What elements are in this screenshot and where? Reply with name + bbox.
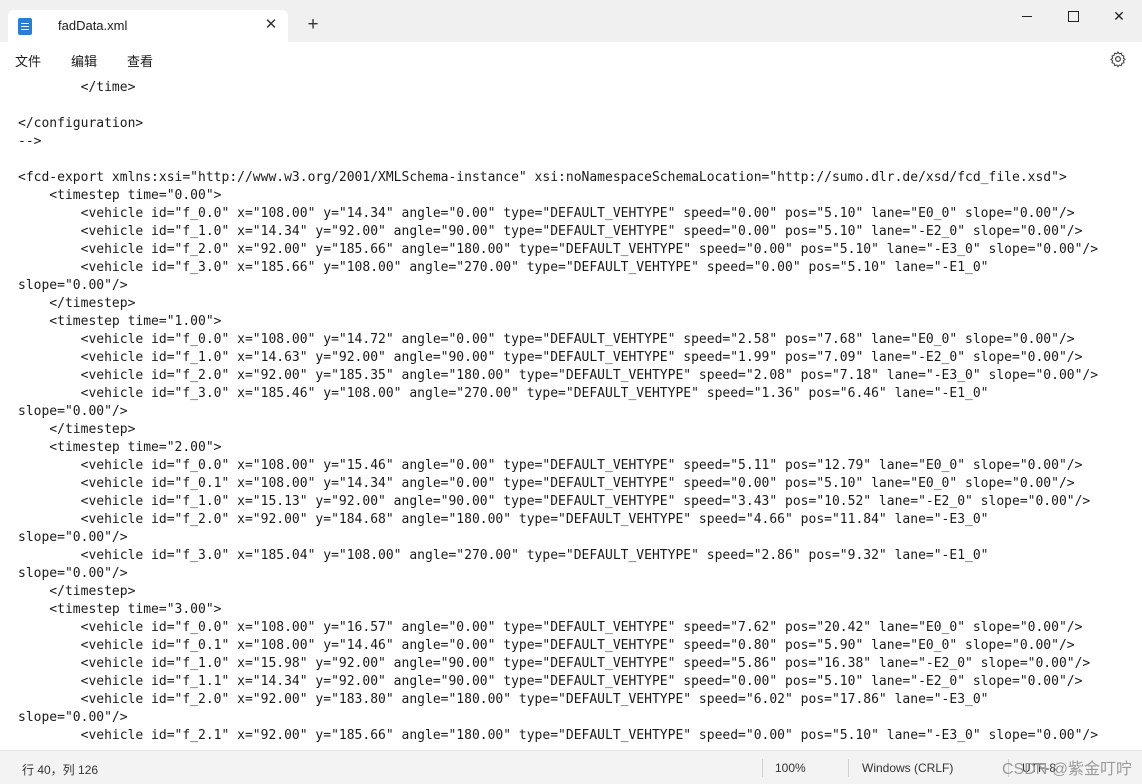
code-line: </time> <box>18 80 136 95</box>
code-line: <timestep time="3.00"> <box>18 602 222 617</box>
close-icon: ✕ <box>1113 7 1125 24</box>
status-divider <box>848 759 849 777</box>
code-line: <vehicle id="f_0.0" x="108.00" y="14.34"… <box>18 206 1075 221</box>
code-line: </configuration> <box>18 116 144 131</box>
code-line: </timestep> <box>18 296 136 311</box>
notepad-icon <box>18 17 32 35</box>
code-line: <vehicle id="f_1.0" x="14.34" y="92.00" … <box>18 224 1083 239</box>
maximize-icon <box>1067 10 1079 22</box>
code-line: <vehicle id="f_0.0" x="108.00" y="14.72"… <box>18 332 1075 347</box>
code-line: <fcd-export xmlns:xsi="http://www.w3.org… <box>18 170 1067 185</box>
zoom-level[interactable]: 100% <box>775 761 806 775</box>
code-line: <vehicle id="f_3.0" x="185.46" y="108.00… <box>18 386 989 401</box>
menu-file[interactable]: 文件 <box>15 51 41 70</box>
new-tab-button[interactable]: + <box>302 14 324 36</box>
code-line: <vehicle id="f_2.0" x="92.00" y="183.80"… <box>18 692 989 707</box>
code-line: <vehicle id="f_0.1" x="108.00" y="14.46"… <box>18 638 1075 653</box>
code-line: <timestep time="2.00"> <box>18 440 222 455</box>
code-line: <vehicle id="f_0.1" x="108.00" y="14.34"… <box>18 476 1075 491</box>
code-line: <timestep time="0.00"> <box>18 188 222 203</box>
minimize-icon <box>1022 15 1032 17</box>
menu-bar: 文件 编辑 查看 <box>0 42 1142 76</box>
code-line: slope="0.00"/> <box>18 278 128 293</box>
tab-fad-data[interactable]: fadData.xml ✕ <box>8 10 288 42</box>
menu-view[interactable]: 查看 <box>127 51 153 70</box>
code-line: slope="0.00"/> <box>18 710 128 725</box>
title-bar: fadData.xml ✕ + ✕ <box>0 0 1142 42</box>
code-line: <vehicle id="f_1.0" x="14.63" y="92.00" … <box>18 350 1083 365</box>
tab-close-icon[interactable]: ✕ <box>261 15 281 35</box>
csdn-watermark: CSDN @紫金叮咛 <box>1002 761 1133 778</box>
code-line: <vehicle id="f_0.0" x="108.00" y="16.57"… <box>18 620 1083 635</box>
code-line: <vehicle id="f_2.1" x="92.00" y="185.66"… <box>18 728 1099 743</box>
code-line: <vehicle id="f_2.0" x="92.00" y="185.66"… <box>18 242 1099 257</box>
code-line: </timestep> <box>18 422 136 437</box>
text-editor[interactable]: </time> </configuration> --> <fcd-export xm… <box>0 75 1142 750</box>
code-line: <vehicle id="f_1.0" x="15.13" y="92.00" … <box>18 494 1091 509</box>
code-line: <vehicle id="f_2.0" x="92.00" y="184.68"… <box>18 512 989 527</box>
code-line: <vehicle id="f_1.1" x="14.34" y="92.00" … <box>18 674 1083 689</box>
code-line: <timestep time="1.00"> <box>18 314 222 329</box>
code-line: <vehicle id="f_2.0" x="92.00" y="185.35"… <box>18 368 1099 383</box>
code-line: <vehicle id="f_3.0" x="185.04" y="108.00… <box>18 548 989 563</box>
menu-edit[interactable]: 编辑 <box>71 51 97 70</box>
maximize-button[interactable] <box>1050 0 1096 32</box>
close-window-button[interactable]: ✕ <box>1096 0 1142 32</box>
line-ending[interactable]: Windows (CRLF) <box>862 761 953 775</box>
code-line: slope="0.00"/> <box>18 566 128 581</box>
code-line: --> <box>18 134 42 149</box>
tab-title: fadData.xml <box>58 18 128 33</box>
editor-content: </time> </configuration> --> <fcd-export xm… <box>18 79 1098 745</box>
code-line: slope="0.00"/> <box>18 404 128 419</box>
code-line: <vehicle id="f_0.0" x="108.00" y="15.46"… <box>18 458 1083 473</box>
gear-icon[interactable] <box>1109 50 1127 68</box>
minimize-button[interactable] <box>1004 0 1050 32</box>
status-divider <box>762 759 763 777</box>
code-line: slope="0.00"/> <box>18 530 128 545</box>
code-line: <vehicle id="f_1.0" x="15.98" y="92.00" … <box>18 656 1091 671</box>
code-line: <vehicle id="f_3.0" x="185.66" y="108.00… <box>18 260 989 275</box>
status-bar: 行 40，列 126 100% Windows (CRLF) UTF-8 CSD… <box>0 750 1142 784</box>
cursor-position: 行 40，列 126 <box>22 763 99 777</box>
code-line: </timestep> <box>18 584 136 599</box>
